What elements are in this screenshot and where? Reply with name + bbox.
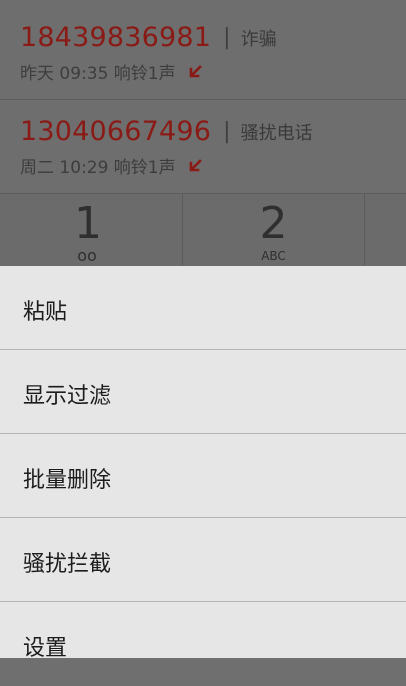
menu-item-label: 设置: [23, 636, 68, 661]
menu-item-label: 显示过滤: [23, 384, 112, 409]
menu-item-harassment-block[interactable]: 骚扰拦截: [0, 518, 406, 602]
keypad-key-3[interactable]: [365, 194, 406, 266]
menu-item-show-filter[interactable]: 显示过滤: [0, 350, 406, 434]
missed-call-icon: [189, 64, 202, 77]
menu-item-paste[interactable]: 粘贴: [0, 266, 406, 350]
call-number: 13040667496: [20, 116, 212, 147]
call-tag: 诈骗: [240, 28, 277, 50]
keypad-key-1[interactable]: 1 oo: [0, 194, 183, 266]
voicemail-label: oo: [77, 246, 97, 265]
keypad-key-2[interactable]: 2 ABC: [183, 194, 365, 266]
call-log-item[interactable]: 18439836981 | 诈骗 昨天 09:35 响铃1声: [0, 0, 406, 100]
key-digit: 1: [74, 198, 102, 249]
key-digit: 2: [259, 198, 288, 249]
menu-item-batch-delete[interactable]: 批量删除: [0, 434, 406, 518]
menu-item-settings[interactable]: 设置: [0, 602, 406, 686]
dial-keypad: 1 oo 2 ABC: [0, 194, 406, 266]
menu-item-label: 粘贴: [23, 300, 68, 325]
missed-call-icon: [189, 158, 202, 171]
call-log-item[interactable]: 13040667496 | 骚扰电话 周二 10:29 响铃1声: [0, 100, 406, 194]
options-menu: 粘贴 显示过滤 批量删除 骚扰拦截 设置: [0, 266, 406, 661]
call-tag: 骚扰电话: [240, 122, 313, 144]
menu-item-label: 骚扰拦截: [23, 552, 112, 577]
key-letters: ABC: [261, 249, 286, 263]
menu-item-label: 批量删除: [23, 468, 112, 493]
call-time: 昨天 09:35 响铃1声: [20, 64, 176, 84]
divider: |: [223, 25, 231, 50]
call-time: 周二 10:29 响铃1声: [20, 158, 176, 178]
divider: |: [223, 119, 231, 144]
call-number: 18439836981: [20, 22, 212, 53]
